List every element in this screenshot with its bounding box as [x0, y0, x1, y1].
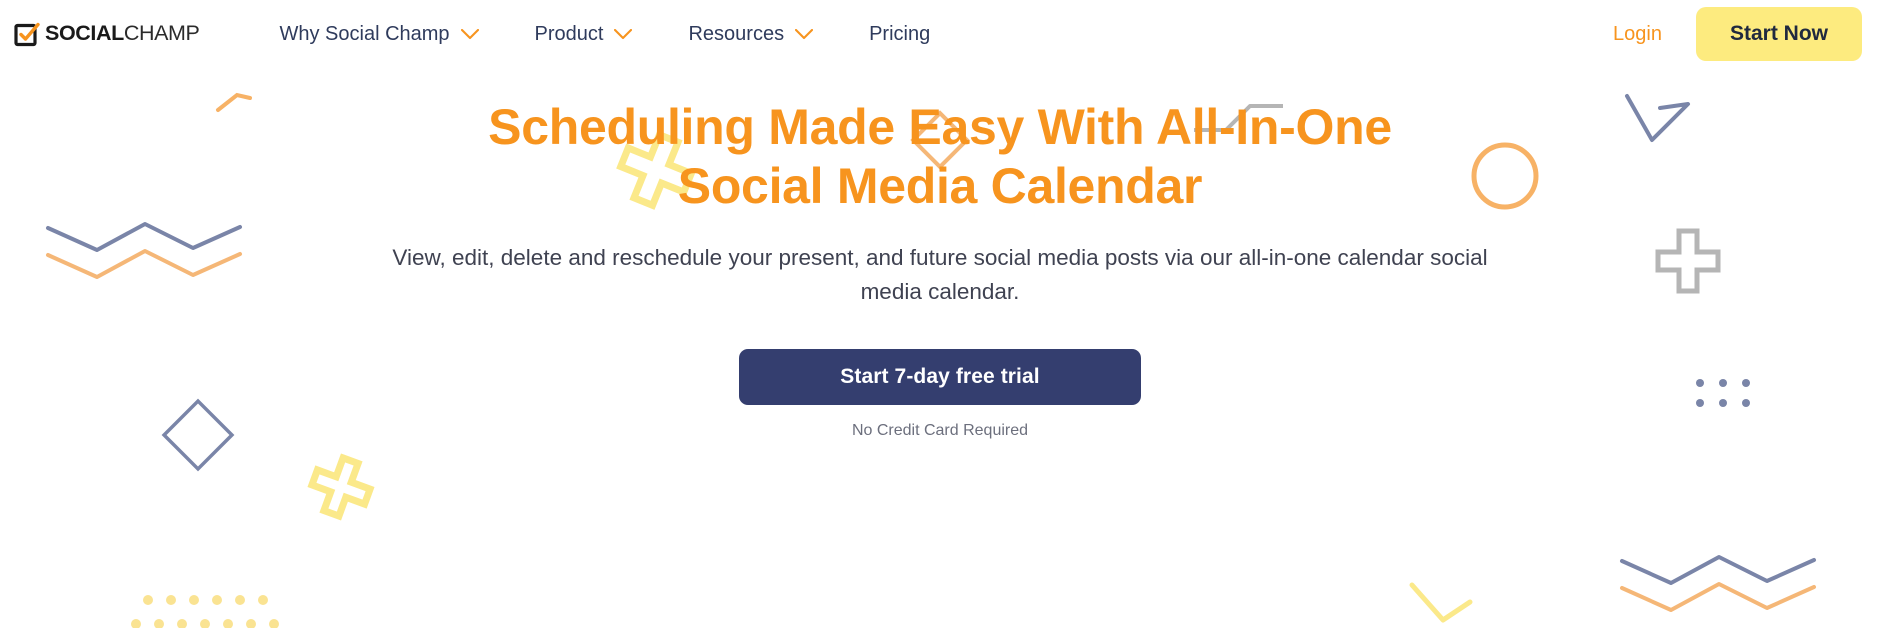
logo-text: SOCIALCHAMP: [45, 21, 200, 46]
chevron-down-icon: [795, 28, 814, 39]
start-free-trial-button[interactable]: Start 7-day free trial: [739, 349, 1141, 406]
chevron-down-icon: [614, 28, 633, 39]
hero-cta-group: Start 7-day free trial No Credit Card Re…: [340, 349, 1540, 440]
nav-item-why-social-champ[interactable]: Why Social Champ: [251, 15, 506, 54]
header-actions: Login Start Now: [1591, 7, 1862, 61]
headline-line-2: Social Media Calendar: [677, 157, 1203, 214]
hero-section: Scheduling Made Easy With All-In-One Soc…: [0, 68, 1880, 628]
site-header: SOCIALCHAMP Why Social Champ Product Res…: [0, 0, 1880, 68]
nav-label-product: Product: [534, 22, 604, 45]
checkbox-check-icon: [14, 22, 40, 47]
chevron-down-icon: [460, 28, 479, 39]
logo-text-bold: SOCIAL: [45, 21, 124, 46]
nav-label-pricing: Pricing: [869, 22, 931, 45]
main-navigation: Why Social Champ Product Resources Prici…: [251, 15, 958, 54]
start-now-button[interactable]: Start Now: [1695, 7, 1862, 61]
logo[interactable]: SOCIALCHAMP: [14, 21, 200, 47]
nav-item-product[interactable]: Product: [507, 15, 661, 54]
no-credit-card-note: No Credit Card Required: [851, 422, 1029, 440]
logo-text-light: CHAMP: [123, 21, 200, 46]
nav-item-resources[interactable]: Resources: [660, 15, 841, 54]
hero-content: Scheduling Made Easy With All-In-One Soc…: [340, 68, 1540, 440]
nav-item-pricing[interactable]: Pricing: [841, 15, 958, 54]
page-title: Scheduling Made Easy With All-In-One Soc…: [340, 98, 1540, 215]
login-link[interactable]: Login: [1591, 13, 1684, 56]
headline-line-1: Scheduling Made Easy With All-In-One: [488, 99, 1392, 155]
nav-label-why-social-champ: Why Social Champ: [279, 22, 450, 45]
hero-subheadline: View, edit, delete and reschedule your p…: [392, 245, 1488, 305]
nav-label-resources: Resources: [688, 22, 785, 45]
